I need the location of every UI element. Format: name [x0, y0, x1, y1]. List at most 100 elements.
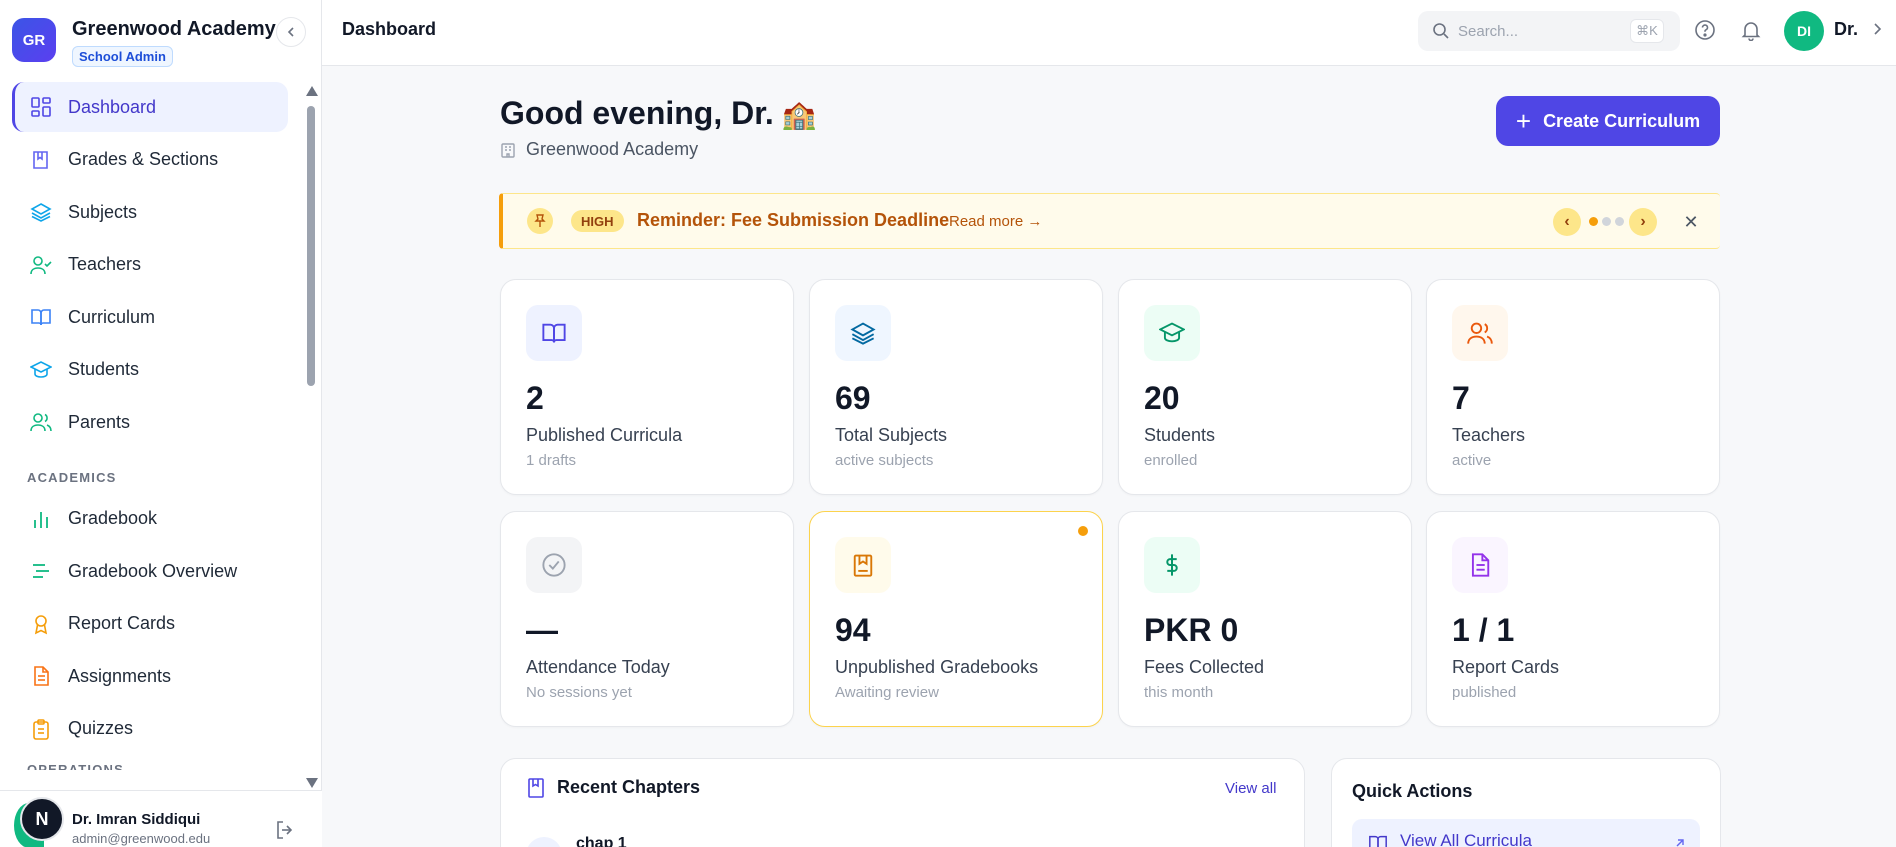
sidebar-item-label: Subjects [68, 201, 138, 222]
list-icon [28, 558, 54, 584]
book-open-icon [526, 305, 582, 361]
stat-subtext: published [1452, 684, 1517, 701]
stat-subtext: No sessions yet [526, 684, 632, 701]
stat-card-fees-collected[interactable]: PKR 0 Fees Collected this month [1118, 511, 1412, 727]
recent-chapters-panel: Recent Chapters View all chap 1 [500, 758, 1305, 847]
sidebar-item-quizzes[interactable]: Quizzes [12, 704, 288, 754]
stat-label: Total Subjects [835, 425, 948, 445]
stat-card-students[interactable]: 20 Students enrolled [1118, 279, 1412, 495]
help-icon[interactable] [1694, 19, 1716, 41]
carousel-dot[interactable] [1589, 217, 1598, 226]
graduation-cap-icon [1144, 305, 1200, 361]
user-profile[interactable]: N Dr. Imran Siddiqui admin@greenwood.edu [0, 790, 322, 847]
bar-chart-icon [28, 506, 54, 532]
sidebar-item-gradebook[interactable]: Gradebook [12, 494, 288, 544]
stat-subtext: Awaiting review [835, 684, 939, 701]
external-link-icon [1676, 839, 1684, 847]
school-emoji: 🏫 [781, 99, 817, 130]
greeting: Good evening, Dr. 🏫 [500, 95, 817, 132]
avatar: N [20, 797, 64, 841]
avatar[interactable]: DI [1784, 11, 1824, 51]
sidebar-item-label: Students [68, 359, 140, 379]
topbar: Dashboard ⌘K DI Dr. [322, 0, 1896, 66]
search-icon [1433, 23, 1449, 39]
sidebar-item-teachers[interactable]: Teachers [12, 240, 288, 290]
search-box[interactable]: ⌘K [1418, 11, 1680, 51]
stat-value: 94 [835, 612, 871, 648]
sidebar-item-subjects[interactable]: Subjects [12, 187, 288, 237]
sidebar-scrollbar[interactable] [304, 86, 318, 788]
quick-actions-title: Quick Actions [1352, 781, 1473, 801]
sidebar-item-curriculum[interactable]: Curriculum [12, 292, 288, 342]
stat-subtext: 1 drafts [526, 452, 577, 469]
sidebar-item-parents[interactable]: Parents [12, 397, 288, 447]
sidebar-item-label: Gradebook Overview [68, 560, 238, 581]
bell-icon[interactable] [1740, 19, 1762, 41]
search-input[interactable] [1458, 19, 1618, 43]
close-icon[interactable]: ✕ [1679, 210, 1703, 234]
create-curriculum-button[interactable]: + Create Curriculum [1496, 96, 1720, 146]
stat-label: Fees Collected [1144, 657, 1265, 677]
sidebar-item-dashboard[interactable]: Dashboard [12, 82, 288, 132]
quick-actions-panel: Quick Actions View All Curricula [1331, 758, 1721, 847]
attention-dot [1078, 526, 1088, 536]
stat-value: PKR 0 [1144, 612, 1239, 648]
scroll-thumb[interactable] [307, 106, 315, 386]
stat-value: — [526, 612, 558, 648]
chapter-icon [526, 837, 562, 847]
announcement-title[interactable]: Reminder: Fee Submission Deadline [637, 210, 949, 231]
bookmark-book-icon [835, 537, 891, 593]
chevron-right-icon[interactable] [1870, 22, 1884, 36]
book-open-icon [28, 304, 54, 330]
stat-card-report-cards[interactable]: 1 / 1 Report Cards published [1426, 511, 1720, 727]
stat-label: Published Curricula [526, 425, 683, 445]
user-menu-label[interactable]: Dr. [1834, 19, 1858, 40]
nav-section-academics: ACADEMICS [27, 469, 117, 485]
next-announcement-button[interactable]: › [1629, 208, 1657, 236]
stat-card-total-subjects[interactable]: 69 Total Subjects active subjects [809, 279, 1103, 495]
sidebar-item-label: Parents [68, 411, 131, 432]
check-circle-icon [526, 537, 582, 593]
stat-card-unpublished-gradebooks[interactable]: 94 Unpublished Gradebooks Awaiting revie… [809, 511, 1103, 727]
stat-label: Attendance Today [526, 657, 670, 677]
carousel-dot[interactable] [1602, 217, 1611, 226]
view-all-link[interactable]: View all [1225, 780, 1276, 797]
sidebar-item-assignments[interactable]: Assignments [12, 651, 288, 701]
page-title: Dashboard [342, 19, 437, 39]
brand-logo[interactable]: GR [12, 18, 56, 62]
user-email: admin@greenwood.edu [72, 831, 211, 846]
shortcut-hint: ⌘K [1630, 19, 1664, 43]
stat-card-published-curricula[interactable]: 2 Published Curricula 1 drafts [500, 279, 794, 495]
user-name: Dr. Imran Siddiqui [72, 811, 201, 828]
sidebar: GR Greenwood Academy School Admin Dashbo… [0, 0, 322, 847]
stat-value: 1 / 1 [1452, 612, 1515, 648]
sidebar-item-report-cards[interactable]: Report Cards [12, 599, 288, 649]
stat-subtext: enrolled [1144, 452, 1198, 469]
sidebar-item-students[interactable]: Students [12, 345, 288, 395]
app: GR Greenwood Academy School Admin Dashbo… [0, 0, 1896, 847]
stat-card-attendance-today[interactable]: — Attendance Today No sessions yet [500, 511, 794, 727]
quick-action-view-all-curricula[interactable]: View All Curricula [1352, 819, 1700, 847]
stat-subtext: this month [1144, 684, 1214, 701]
logout-icon[interactable] [274, 819, 296, 841]
stat-card-teachers[interactable]: 7 Teachers active [1426, 279, 1720, 495]
previous-announcement-button[interactable]: ‹ [1553, 208, 1581, 236]
recent-chapters-title: Recent Chapters [557, 777, 701, 797]
collapse-sidebar-button[interactable] [276, 17, 306, 47]
award-icon [28, 611, 54, 637]
announcement-banner: HIGH Reminder: Fee Submission Deadline R… [499, 193, 1720, 249]
role-badge: School Admin [72, 46, 173, 67]
read-more-link[interactable]: Read more → [949, 213, 1042, 230]
carousel-dots [1589, 217, 1624, 226]
sidebar-item-grades-sections[interactable]: Grades & Sections [12, 135, 288, 185]
sidebar-item-gradebook-overview[interactable]: Gradebook Overview [12, 546, 288, 596]
stat-value: 7 [1452, 380, 1470, 416]
stat-label: Teachers [1452, 425, 1526, 445]
quick-action-label: View All Curricula [1400, 831, 1532, 847]
scroll-down-arrow-icon[interactable] [306, 778, 318, 788]
carousel-dot[interactable] [1615, 217, 1624, 226]
stat-value: 2 [526, 380, 544, 416]
scroll-up-arrow-icon[interactable] [306, 86, 318, 96]
chapter-name[interactable]: chap 1 [576, 835, 627, 847]
layers-icon [835, 305, 891, 361]
